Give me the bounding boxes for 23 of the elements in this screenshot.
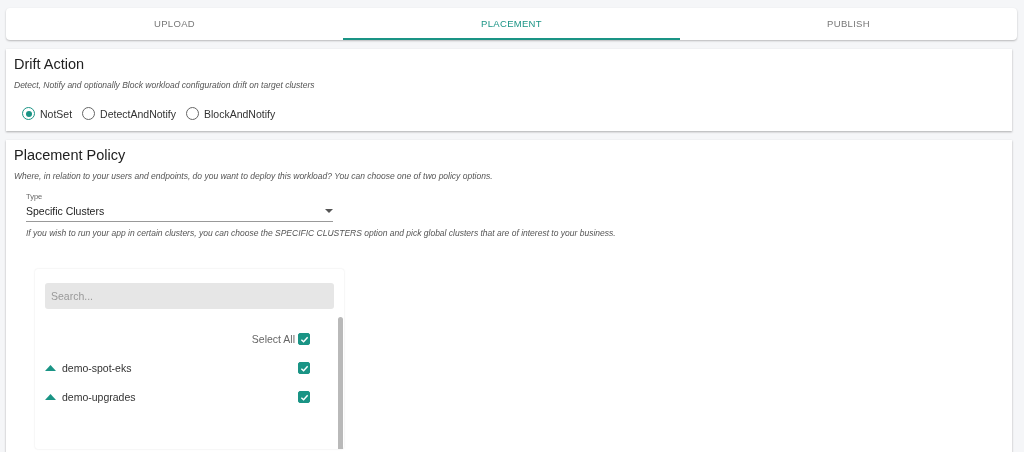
- hint-text: If you wish to run your app in certain clusters, you can choose the SPECIFIC CLUSTERS option and pick global clusters that are of interest to your business.: [26, 228, 617, 238]
- card-description: Where, in relation to your users and endpoints, do you want to deploy this workload? You can choose one of two policy options.: [14, 171, 494, 181]
- search-field[interactable]: Search...: [45, 283, 334, 309]
- tab[interactable]: PLACEMENT: [343, 8, 680, 40]
- triangle-icon: [45, 365, 56, 371]
- card-description: Detect, Notify and optionally Block workload configuration drift on target clusters: [14, 80, 316, 90]
- radio-option[interactable]: NotSet: [22, 107, 73, 120]
- tab[interactable]: UPLOAD: [6, 8, 343, 40]
- select-all-label: Select All: [251, 333, 295, 345]
- radio-option[interactable]: DetectAndNotify: [82, 107, 176, 120]
- checkbox[interactable]: [298, 333, 310, 345]
- radio-option[interactable]: BlockAndNotify: [186, 107, 276, 120]
- cluster-name: demo-upgrades: [62, 391, 137, 403]
- tab[interactable]: PUBLISH: [680, 8, 1017, 40]
- caret-icon: [325, 209, 333, 213]
- card-title: Drift Action: [14, 56, 86, 72]
- checkbox[interactable]: [298, 391, 310, 403]
- cluster-name: demo-spot-eks: [62, 362, 133, 374]
- type-dropdown[interactable]: Specific Clusters: [26, 201, 333, 222]
- triangle-icon: [45, 394, 56, 400]
- checkbox[interactable]: [298, 362, 310, 374]
- scrollbar[interactable]: [338, 317, 343, 449]
- card-title: Placement Policy: [14, 147, 127, 163]
